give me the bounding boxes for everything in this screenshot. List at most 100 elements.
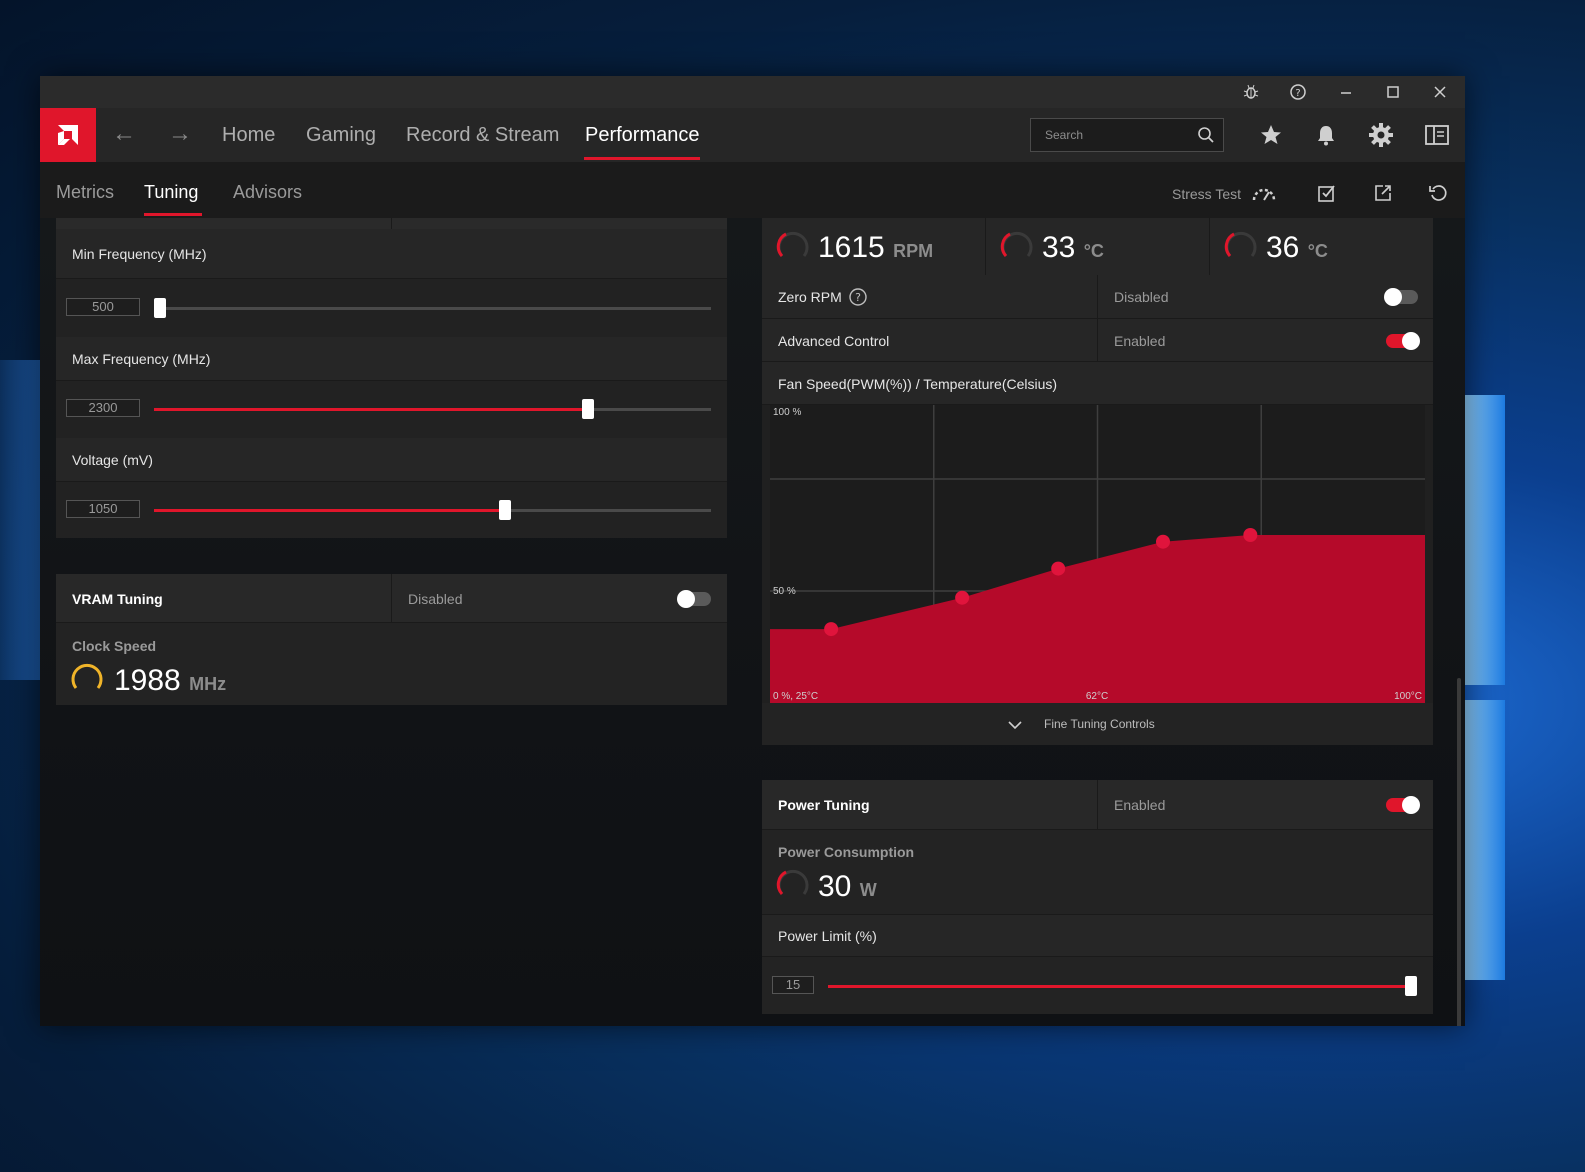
amd-software-window: ? ← → Home Gaming Record & Stream Perfor… xyxy=(40,76,1465,1026)
vram-clock-speed-label: Clock Speed xyxy=(72,638,157,654)
reset-icon[interactable] xyxy=(1424,179,1452,207)
content-scrollbar[interactable] xyxy=(1457,678,1461,1026)
min-frequency-header: Min Frequency (MHz) xyxy=(56,229,727,279)
min-frequency-slider-thumb[interactable] xyxy=(154,298,166,318)
voltage-value[interactable]: 1050 xyxy=(66,500,140,518)
advanced-control-label: Advanced Control xyxy=(778,333,890,349)
voltage-slider-thumb[interactable] xyxy=(498,500,511,520)
zero-rpm-row: Zero RPM ? Disabled xyxy=(762,275,1433,319)
forward-arrow-icon[interactable]: → xyxy=(168,120,192,148)
advanced-control-divider xyxy=(1097,319,1098,362)
fine-tuning-controls-label[interactable]: Fine Tuning Controls xyxy=(1044,717,1155,731)
zero-rpm-toggle-knob xyxy=(1384,288,1402,306)
apply-changes-icon[interactable] xyxy=(1313,179,1341,207)
min-frequency-slider[interactable] xyxy=(154,298,711,318)
advanced-control-state: Enabled xyxy=(1114,333,1166,349)
power-tuning-title: Power Tuning xyxy=(778,797,870,813)
power-limit-header: Power Limit (%) xyxy=(762,914,1433,957)
nav-record-stream[interactable]: Record & Stream xyxy=(406,124,559,147)
voltage-slider[interactable] xyxy=(154,500,711,520)
header-divider xyxy=(391,218,392,229)
svg-text:?: ? xyxy=(855,291,861,304)
favorites-star-icon[interactable] xyxy=(1256,121,1286,149)
power-limit-slider[interactable] xyxy=(828,976,1417,996)
chevron-down-icon[interactable] xyxy=(1008,717,1022,735)
temperature-unit: °C xyxy=(1083,241,1104,261)
power-tuning-panel: Power Tuning Enabled Power Consumption 3… xyxy=(762,780,1433,1014)
tuning-content: Min Frequency (MHz) 500 Max Frequency (M… xyxy=(40,218,1465,1026)
min-frequency-value[interactable]: 500 xyxy=(66,298,140,316)
bug-icon[interactable] xyxy=(1228,76,1274,108)
junction-temperature-readout: 36 °C xyxy=(1266,231,1328,265)
minimize-icon[interactable] xyxy=(1323,76,1369,108)
voltage-header: Voltage (mV) xyxy=(56,438,727,482)
stress-test-gauge-icon[interactable] xyxy=(1250,179,1278,207)
fine-tuning-controls-row[interactable]: Fine Tuning Controls xyxy=(762,703,1433,745)
close-icon[interactable] xyxy=(1417,76,1463,108)
export-icon[interactable] xyxy=(1369,179,1397,207)
desktop-light-right-top xyxy=(1465,395,1505,685)
x-tick-start: 0 %, 25°C xyxy=(773,691,818,702)
tab-tuning[interactable]: Tuning xyxy=(144,182,198,203)
fan-speed-readout: 1615 RPM xyxy=(818,231,933,265)
desktop-light-right-bottom xyxy=(1465,700,1505,980)
nav-performance[interactable]: Performance xyxy=(585,124,700,147)
power-tuning-toggle[interactable] xyxy=(1386,796,1420,814)
max-frequency-slider[interactable] xyxy=(154,399,711,419)
vram-tuning-toggle-knob xyxy=(677,590,695,608)
sidebar-toggle-icon[interactable] xyxy=(1422,121,1452,149)
advanced-control-toggle[interactable] xyxy=(1386,332,1420,350)
zero-rpm-divider xyxy=(1097,275,1098,319)
power-consumption-unit: W xyxy=(859,880,877,900)
stress-test-label[interactable]: Stress Test xyxy=(1172,186,1241,202)
fan-curve-point-4[interactable] xyxy=(1156,534,1170,549)
tab-active-indicator xyxy=(144,213,202,216)
title-bar: ? xyxy=(40,76,1465,108)
nav-gaming[interactable]: Gaming xyxy=(306,124,376,147)
fan-curve-chart[interactable]: 100 % 50 % 0 %, 25°C 62°C 100°C xyxy=(770,405,1425,703)
vram-tuning-header: VRAM Tuning Disabled xyxy=(56,574,727,623)
zero-rpm-state: Disabled xyxy=(1114,289,1169,305)
fan-curve-point-5[interactable] xyxy=(1243,528,1258,542)
search-input[interactable] xyxy=(1043,127,1197,143)
desktop-light-left xyxy=(0,360,40,680)
max-frequency-value[interactable]: 2300 xyxy=(66,399,140,417)
back-arrow-icon[interactable]: ← xyxy=(112,120,136,148)
power-limit-label: Power Limit (%) xyxy=(778,928,877,944)
tab-metrics[interactable]: Metrics xyxy=(56,182,114,203)
fan-readouts-row: 1615 RPM 33 °C 36 °C xyxy=(762,218,1433,276)
max-frequency-label: Max Frequency (MHz) xyxy=(72,351,211,367)
zero-rpm-help-icon[interactable]: ? xyxy=(848,287,868,312)
power-limit-value[interactable]: 15 xyxy=(772,976,814,994)
power-tuning-header: Power Tuning Enabled xyxy=(762,780,1433,830)
amd-logo-icon[interactable] xyxy=(40,108,96,162)
readout-divider-2 xyxy=(1209,218,1210,275)
power-consumption-readout: 30 W xyxy=(818,870,877,904)
notifications-bell-icon[interactable] xyxy=(1311,121,1341,149)
fan-curve-point-2[interactable] xyxy=(955,590,970,605)
settings-gear-icon[interactable] xyxy=(1366,121,1396,149)
vram-tuning-toggle[interactable] xyxy=(677,590,711,608)
y-tick-50: 50 % xyxy=(773,586,796,597)
fan-speed-gauge-icon xyxy=(776,231,809,258)
tab-advisors[interactable]: Advisors xyxy=(233,182,302,203)
nav-home[interactable]: Home xyxy=(222,124,275,147)
max-frequency-slider-thumb[interactable] xyxy=(582,399,595,419)
min-frequency-label: Min Frequency (MHz) xyxy=(72,246,207,262)
nav-active-indicator xyxy=(584,157,700,160)
main-nav: ← → Home Gaming Record & Stream Performa… xyxy=(40,108,1465,162)
search-icon[interactable] xyxy=(1197,126,1215,149)
zero-rpm-label: Zero RPM xyxy=(778,289,842,305)
max-frequency-slider-fill xyxy=(154,408,589,411)
fan-tuning-panel: 1615 RPM 33 °C 36 °C Zero RPM ? Disabled… xyxy=(762,218,1433,745)
search-box[interactable] xyxy=(1030,118,1224,152)
power-limit-slider-thumb[interactable] xyxy=(1405,976,1417,996)
fan-curve-point-1[interactable] xyxy=(824,622,839,637)
power-header-divider xyxy=(1097,780,1098,830)
maximize-icon[interactable] xyxy=(1370,76,1416,108)
fan-curve-point-3[interactable] xyxy=(1051,561,1066,576)
help-icon[interactable]: ? xyxy=(1275,76,1321,108)
power-consumption-value: 30 xyxy=(818,870,852,903)
zero-rpm-toggle[interactable] xyxy=(1384,288,1418,306)
fan-curve-title-row: Fan Speed(PWM(%)) / Temperature(Celsius) xyxy=(762,362,1433,405)
